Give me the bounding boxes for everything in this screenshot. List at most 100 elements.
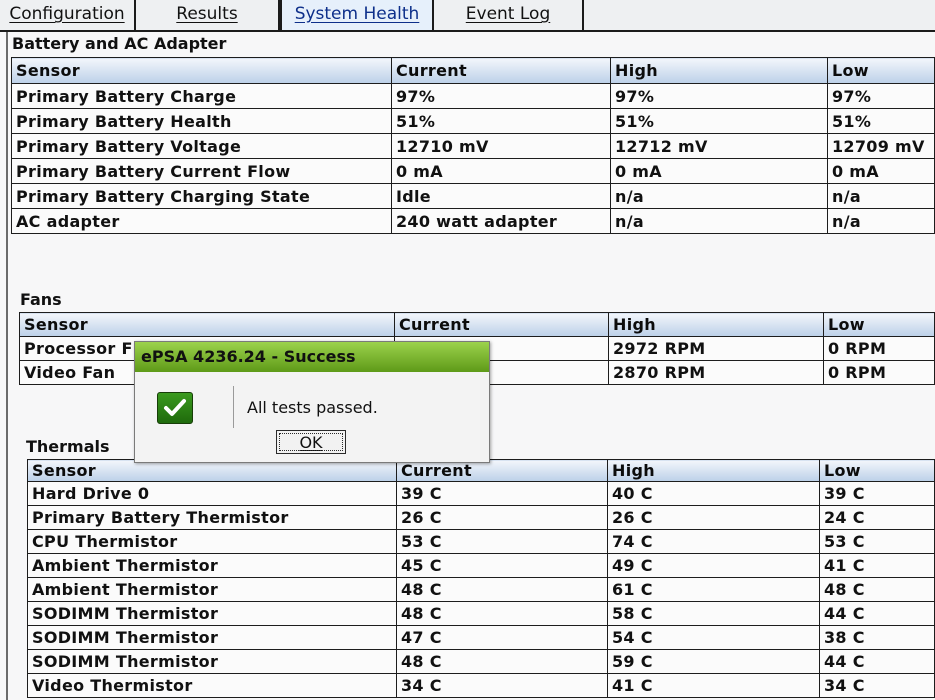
dialog-title: ePSA 4236.24 - Success [135, 342, 489, 372]
table-row[interactable]: Video Thermistor 34 C 41 C 34 C [27, 673, 935, 698]
battery-header-row: Sensor Current High Low [11, 57, 935, 84]
current-cell: 39 C [396, 481, 608, 506]
column-header-current[interactable]: Current [394, 312, 609, 337]
sensor-cell: Primary Battery Charge [11, 83, 392, 109]
column-header-sensor[interactable]: Sensor [19, 312, 395, 337]
tab-event-log[interactable]: Event Log [434, 0, 584, 30]
low-cell: n/a [827, 208, 935, 234]
high-cell: 49 C [607, 553, 820, 578]
column-header-high[interactable]: High [607, 459, 820, 482]
sensor-cell: Primary Battery Current Flow [11, 158, 392, 184]
sensor-cell: AC adapter [11, 208, 392, 234]
low-cell: 53 C [819, 529, 935, 554]
low-cell: 0 mA [827, 158, 935, 184]
low-cell: 48 C [819, 577, 935, 602]
low-cell: n/a [827, 183, 935, 209]
current-cell: 97% [391, 83, 611, 109]
current-cell: 48 C [396, 577, 608, 602]
success-dialog: ePSA 4236.24 - Success All tests passed.… [134, 341, 490, 463]
low-cell: 39 C [819, 481, 935, 506]
fans-header-row: Sensor Current High Low [19, 312, 935, 337]
thermals-table: Sensor Current High Low Hard Drive 0 39 … [27, 459, 935, 698]
high-cell: 12712 mV [610, 133, 828, 159]
table-row[interactable]: Primary Battery Charging State Idle n/a … [11, 183, 935, 209]
sensor-cell: Video Thermistor [27, 673, 397, 698]
battery-table: Sensor Current High Low Primary Battery … [11, 57, 935, 234]
high-cell: 51% [610, 108, 828, 134]
high-cell: 41 C [607, 673, 820, 698]
current-cell: 34 C [396, 673, 608, 698]
table-row[interactable]: Primary Battery Voltage 12710 mV 12712 m… [11, 133, 935, 159]
table-row[interactable]: Hard Drive 0 39 C 40 C 39 C [27, 481, 935, 506]
column-header-sensor[interactable]: Sensor [11, 57, 392, 84]
low-cell: 24 C [819, 505, 935, 530]
sensor-cell: Primary Battery Voltage [11, 133, 392, 159]
low-cell: 44 C [819, 601, 935, 626]
current-cell: 0 mA [391, 158, 611, 184]
sensor-cell: Primary Battery Charging State [11, 183, 392, 209]
fans-section-title: Fans [20, 290, 62, 309]
table-row[interactable]: Ambient Thermistor 45 C 49 C 41 C [27, 553, 935, 578]
table-row[interactable]: SODIMM Thermistor 48 C 58 C 44 C [27, 601, 935, 626]
high-cell: 59 C [607, 649, 820, 674]
low-cell: 97% [827, 83, 935, 109]
low-cell: 38 C [819, 625, 935, 650]
table-row[interactable]: Primary Battery Thermistor 26 C 26 C 24 … [27, 505, 935, 530]
column-header-low[interactable]: Low [827, 57, 935, 84]
high-cell: n/a [610, 183, 828, 209]
table-row[interactable]: CPU Thermistor 53 C 74 C 53 C [27, 529, 935, 554]
current-cell: 12710 mV [391, 133, 611, 159]
tab-configuration[interactable]: Configuration [0, 0, 136, 30]
sensor-cell: Ambient Thermistor [27, 553, 397, 578]
battery-section-title: Battery and AC Adapter [12, 34, 227, 53]
table-row[interactable]: Ambient Thermistor 48 C 61 C 48 C [27, 577, 935, 602]
sensor-cell: SODIMM Thermistor [27, 649, 397, 674]
current-cell: 51% [391, 108, 611, 134]
column-header-high[interactable]: High [610, 57, 828, 84]
low-cell: 0 RPM [823, 336, 935, 361]
low-cell: 12709 mV [827, 133, 935, 159]
column-header-current[interactable]: Current [391, 57, 611, 84]
table-row[interactable]: Primary Battery Health 51% 51% 51% [11, 108, 935, 134]
column-header-low[interactable]: Low [823, 312, 935, 337]
high-cell: 97% [610, 83, 828, 109]
sensor-cell: Ambient Thermistor [27, 577, 397, 602]
current-cell: 53 C [396, 529, 608, 554]
low-cell: 41 C [819, 553, 935, 578]
current-cell: 48 C [396, 601, 608, 626]
high-cell: n/a [610, 208, 828, 234]
sensor-cell: SODIMM Thermistor [27, 601, 397, 626]
high-cell: 40 C [607, 481, 820, 506]
current-cell: Idle [391, 183, 611, 209]
table-row[interactable]: Primary Battery Current Flow 0 mA 0 mA 0… [11, 158, 935, 184]
high-cell: 58 C [607, 601, 820, 626]
high-cell: 54 C [607, 625, 820, 650]
tab-system-health[interactable]: System Health [280, 0, 434, 30]
table-row[interactable]: AC adapter 240 watt adapter n/a n/a [11, 208, 935, 234]
sensor-cell: SODIMM Thermistor [27, 625, 397, 650]
column-header-low[interactable]: Low [819, 459, 935, 482]
current-cell: 48 C [396, 649, 608, 674]
high-cell: 0 mA [610, 158, 828, 184]
checkmark-icon [157, 392, 193, 424]
high-cell: 74 C [607, 529, 820, 554]
sensor-cell: CPU Thermistor [27, 529, 397, 554]
sensor-cell: Primary Battery Thermistor [27, 505, 397, 530]
low-cell: 34 C [819, 673, 935, 698]
high-cell: 61 C [607, 577, 820, 602]
tab-results[interactable]: Results [136, 0, 280, 30]
sensor-cell: Primary Battery Health [11, 108, 392, 134]
column-header-high[interactable]: High [608, 312, 824, 337]
table-row[interactable]: SODIMM Thermistor 48 C 59 C 44 C [27, 649, 935, 674]
dialog-divider [233, 386, 234, 428]
high-cell: 2870 RPM [608, 360, 824, 385]
current-cell: 26 C [396, 505, 608, 530]
table-row[interactable]: Primary Battery Charge 97% 97% 97% [11, 83, 935, 109]
high-cell: 26 C [607, 505, 820, 530]
low-cell: 0 RPM [823, 360, 935, 385]
thermals-section-title: Thermals [26, 437, 110, 456]
low-cell: 44 C [819, 649, 935, 674]
sensor-cell: Hard Drive 0 [27, 481, 397, 506]
table-row[interactable]: SODIMM Thermistor 47 C 54 C 38 C [27, 625, 935, 650]
ok-button[interactable]: OK [276, 430, 346, 454]
